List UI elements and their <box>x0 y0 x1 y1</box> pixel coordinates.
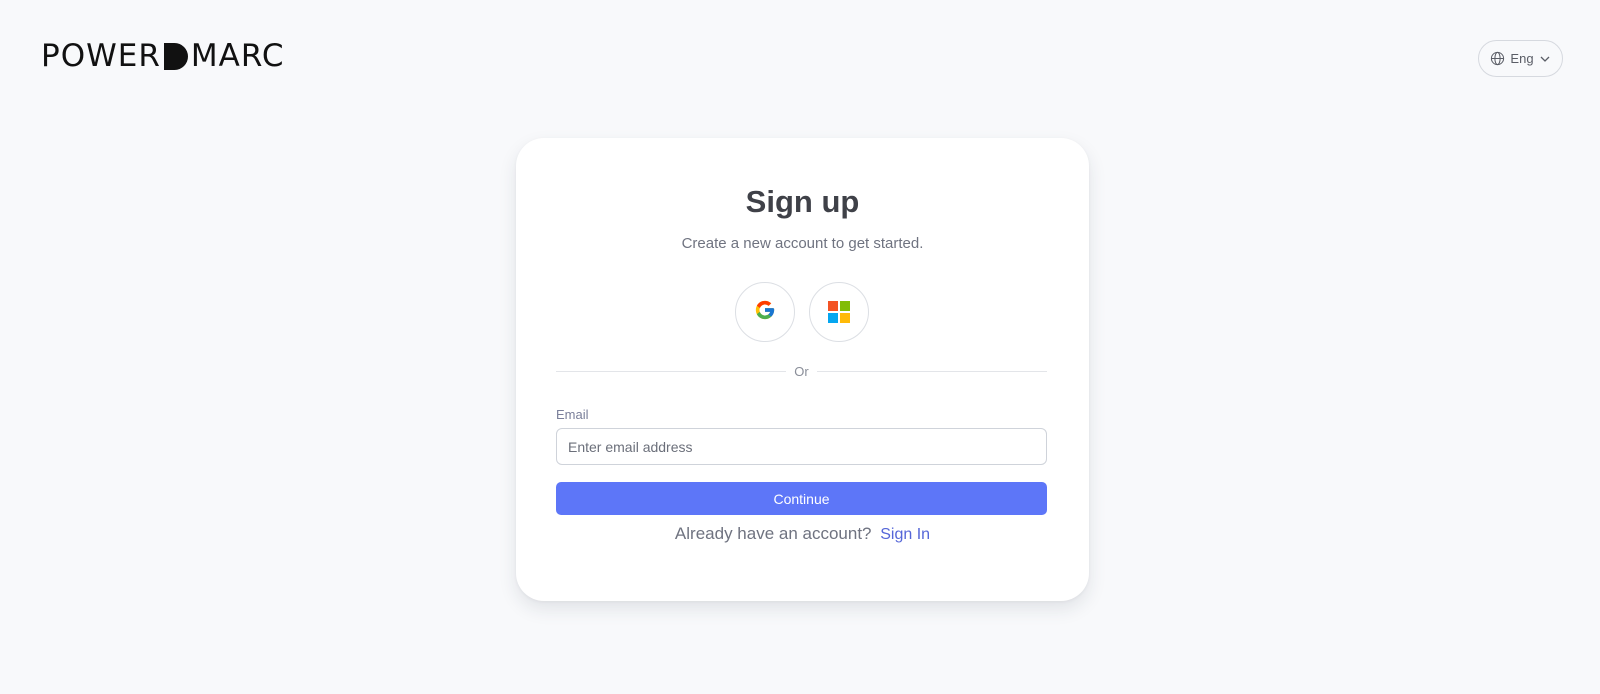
page-subtitle: Create a new account to get started. <box>681 235 924 252</box>
microsoft-tile-yellow <box>840 313 850 323</box>
language-label: Eng <box>1510 51 1534 66</box>
google-signup-button[interactable] <box>735 282 795 342</box>
logo-text-right: MARC <box>190 37 285 74</box>
signin-prompt: Already have an account? Sign In <box>516 524 1089 544</box>
microsoft-tile-blue <box>828 313 838 323</box>
divider-line-left <box>556 370 787 372</box>
page-title: Sign up <box>745 184 860 219</box>
microsoft-tile-red <box>828 301 838 311</box>
microsoft-tile-green <box>840 301 850 311</box>
logo-text-left: POWER <box>41 37 161 74</box>
signin-link[interactable]: Sign In <box>880 526 930 543</box>
or-divider: Or <box>556 363 1048 379</box>
email-input[interactable] <box>556 428 1047 465</box>
email-label: Email <box>556 407 589 422</box>
microsoft-icon <box>828 301 850 323</box>
microsoft-signup-button[interactable] <box>809 282 869 342</box>
have-account-text: Already have an account? <box>674 524 872 543</box>
signup-page: POWER MARC Eng Sign up Create a new accou… <box>0 0 1600 694</box>
continue-button[interactable]: Continue <box>556 482 1047 515</box>
globe-icon <box>1490 51 1505 66</box>
signup-card: Sign up Create a new account to get star… <box>516 138 1089 601</box>
chevron-down-icon <box>1539 53 1551 65</box>
google-icon <box>754 299 776 326</box>
logo-d-mark <box>163 42 188 70</box>
powerdmarc-logo[interactable]: POWER MARC <box>41 40 284 72</box>
divider-line-right <box>816 370 1048 372</box>
language-selector[interactable]: Eng <box>1478 40 1563 77</box>
divider-text: Or <box>794 363 809 379</box>
